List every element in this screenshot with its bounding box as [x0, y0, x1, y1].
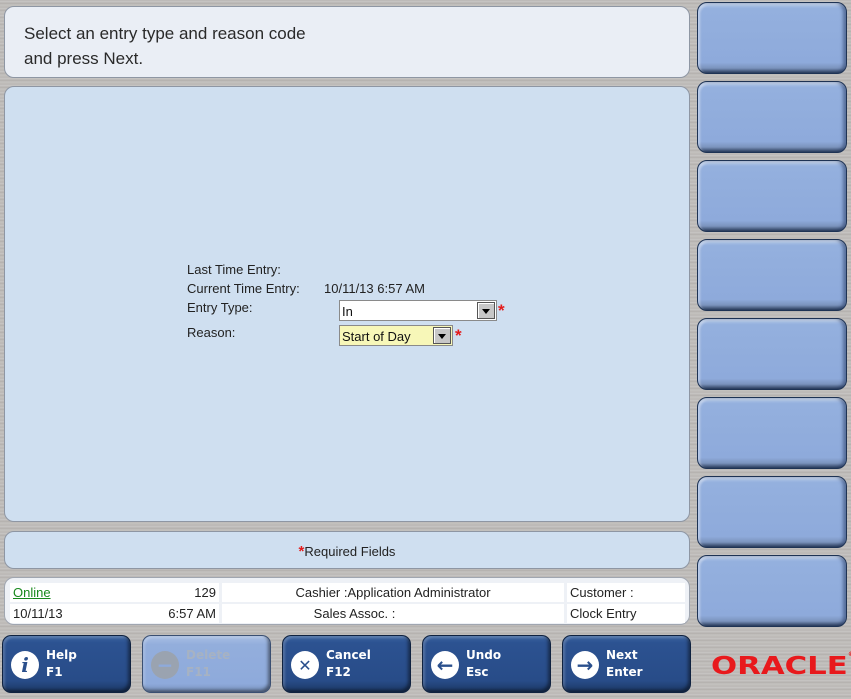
side-button-2[interactable] [697, 81, 847, 153]
prompt-line-2: and press Next. [24, 49, 144, 68]
oracle-logo: ORACLE® [711, 651, 851, 680]
delete-key: F11 [186, 665, 211, 679]
prompt-line-1: Select an entry type and reason code [24, 24, 306, 43]
entry-type-value: In [342, 304, 353, 319]
cancel-key: F12 [326, 665, 351, 679]
delete-label: Delete [186, 648, 231, 662]
side-button-1[interactable] [697, 2, 847, 74]
help-label: Help [46, 648, 77, 662]
close-icon: ✕ [291, 651, 319, 679]
arrow-left-icon: ← [431, 651, 459, 679]
screen-name: Clock Entry [567, 604, 685, 623]
info-icon: i [11, 651, 39, 679]
delete-button[interactable]: − Delete F11 [142, 635, 271, 693]
next-key: Enter [606, 665, 643, 679]
status-time: 6:57 AM [168, 606, 216, 621]
cancel-label: Cancel [326, 648, 371, 662]
next-label: Next [606, 648, 638, 662]
side-button-8[interactable] [697, 555, 847, 627]
reason-label: Reason: [187, 325, 236, 340]
chevron-down-icon[interactable] [433, 327, 451, 344]
next-button[interactable]: → Next Enter [562, 635, 691, 693]
arrow-right-icon: → [571, 651, 599, 679]
sales-assoc-info: Sales Assoc. : [222, 604, 564, 623]
minus-icon: − [151, 651, 179, 679]
side-button-3[interactable] [697, 160, 847, 232]
customer-info: Customer : [567, 583, 685, 602]
required-star-icon: * [455, 326, 462, 345]
status-bar: Online 129 Cashier :Application Administ… [4, 577, 690, 625]
register-number: 129 [194, 585, 216, 600]
entry-type-label: Entry Type: [187, 300, 253, 315]
side-button-4[interactable] [697, 239, 847, 311]
entry-type-select[interactable]: In [339, 300, 497, 321]
chevron-down-icon[interactable] [477, 302, 495, 319]
current-time-entry-label: Current Time Entry: [187, 281, 300, 296]
undo-key: Esc [466, 665, 489, 679]
prompt-panel: Select an entry type and reason code and… [4, 6, 690, 78]
reason-value: Start of Day [342, 329, 411, 344]
reason-select[interactable]: Start of Day [339, 325, 453, 346]
required-star-icon: * [498, 301, 505, 320]
help-button[interactable]: i Help F1 [2, 635, 131, 693]
undo-label: Undo [466, 648, 502, 662]
side-button-7[interactable] [697, 476, 847, 548]
help-key: F1 [46, 665, 63, 679]
logo-text: ORACLE [711, 651, 848, 680]
required-fields-text: Required Fields [304, 544, 396, 559]
undo-button[interactable]: ← Undo Esc [422, 635, 551, 693]
current-time-entry-value: 10/11/13 6:57 AM [324, 281, 425, 296]
cashier-info: Cashier :Application Administrator [222, 583, 564, 602]
side-button-6[interactable] [697, 397, 847, 469]
last-time-entry-label: Last Time Entry: [187, 262, 281, 277]
cancel-button[interactable]: ✕ Cancel F12 [282, 635, 411, 693]
side-button-5[interactable] [697, 318, 847, 390]
required-fields-bar: *Required Fields [4, 531, 690, 569]
